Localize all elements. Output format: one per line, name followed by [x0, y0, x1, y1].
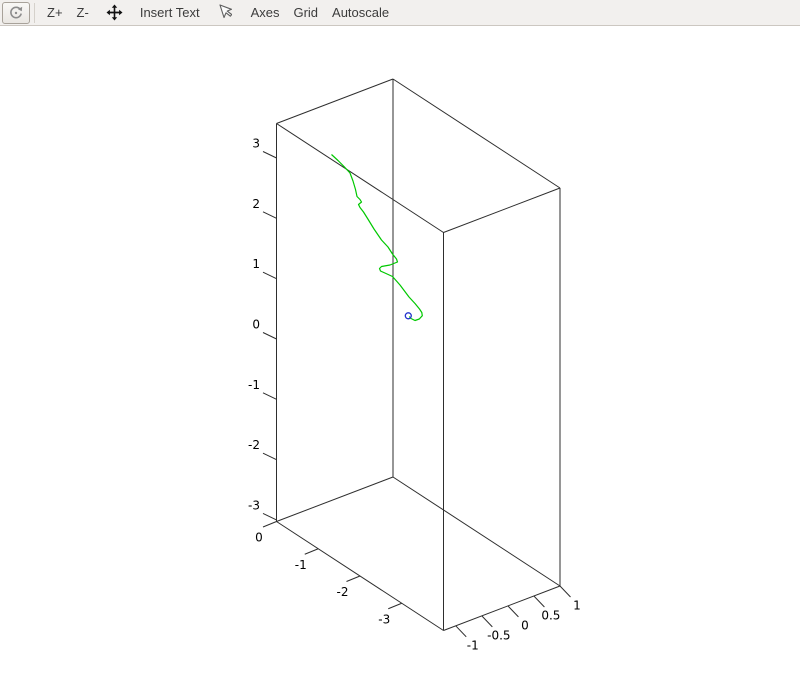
- box-edge: [393, 477, 560, 586]
- x-tick-label: -2: [337, 585, 349, 599]
- pan-tool-button[interactable]: [105, 2, 124, 24]
- data-point-marker: [405, 313, 411, 319]
- y-axis-tick: [482, 616, 493, 627]
- y-axis-tick: [508, 606, 519, 617]
- box-edge: [393, 79, 560, 188]
- x-tick-label: 0: [255, 531, 263, 545]
- z-tick-label: 0: [252, 317, 260, 331]
- plot-toolbar: Z+ Z- Insert Text Axes Grid Autoscale: [0, 0, 800, 26]
- z-tick-label: 2: [252, 197, 260, 211]
- cursor-icon: [218, 4, 232, 21]
- z-tick-label: 1: [252, 257, 260, 271]
- plot-canvas[interactable]: 3 2 1 0 -1 -2 -3 0 -1 -2 -3 -1 -0.5 0 0.5 1: [0, 26, 800, 700]
- y-axis-tick: [456, 626, 467, 637]
- y-axis-tick: [560, 586, 571, 597]
- z-axis-tick: [263, 152, 277, 159]
- z-axis-tick: [263, 393, 277, 400]
- z-axis-tick: [263, 212, 277, 219]
- grid-button[interactable]: Grid: [286, 1, 325, 25]
- z-tick-label: -1: [248, 378, 260, 392]
- rotate-tool-button[interactable]: [2, 2, 30, 24]
- z-tick-label: -2: [248, 438, 260, 452]
- box-edge: [277, 477, 394, 522]
- y-tick-label: -0.5: [487, 628, 510, 642]
- z-axis-tick: [263, 332, 277, 339]
- z-tick-label: -3: [248, 498, 260, 512]
- toolbar-separator: [34, 3, 35, 23]
- axes-button[interactable]: Axes: [244, 1, 287, 25]
- x-tick-label: -1: [295, 558, 307, 572]
- box-edge: [444, 188, 561, 233]
- x-axis-tick: [305, 549, 319, 555]
- y-tick-label: 1: [573, 599, 581, 613]
- z-axis-tick: [263, 513, 277, 520]
- y-tick-label: -1: [467, 638, 479, 652]
- y-axis-tick: [534, 596, 545, 607]
- autoscale-button[interactable]: Autoscale: [325, 1, 396, 25]
- z-axis-tick: [263, 272, 277, 279]
- select-tool-button[interactable]: [217, 2, 234, 24]
- rotate-icon: [8, 5, 24, 21]
- x-axis-tick: [388, 603, 402, 609]
- zoom-in-z-button[interactable]: Z+: [40, 1, 70, 25]
- zoom-out-z-button[interactable]: Z-: [70, 1, 96, 25]
- y-tick-label: 0.5: [541, 608, 560, 622]
- x-axis-tick: [347, 576, 361, 582]
- trajectory-line: [332, 155, 423, 321]
- box-edge: [277, 124, 444, 233]
- z-axis-tick: [263, 453, 277, 460]
- x-axis-tick: [263, 522, 277, 528]
- z-tick-label: 3: [252, 137, 260, 151]
- pan-icon: [106, 4, 123, 21]
- insert-text-button[interactable]: Insert Text: [133, 1, 207, 25]
- box-edge: [277, 79, 394, 124]
- y-tick-label: 0: [521, 618, 529, 632]
- x-tick-label: -3: [378, 612, 390, 626]
